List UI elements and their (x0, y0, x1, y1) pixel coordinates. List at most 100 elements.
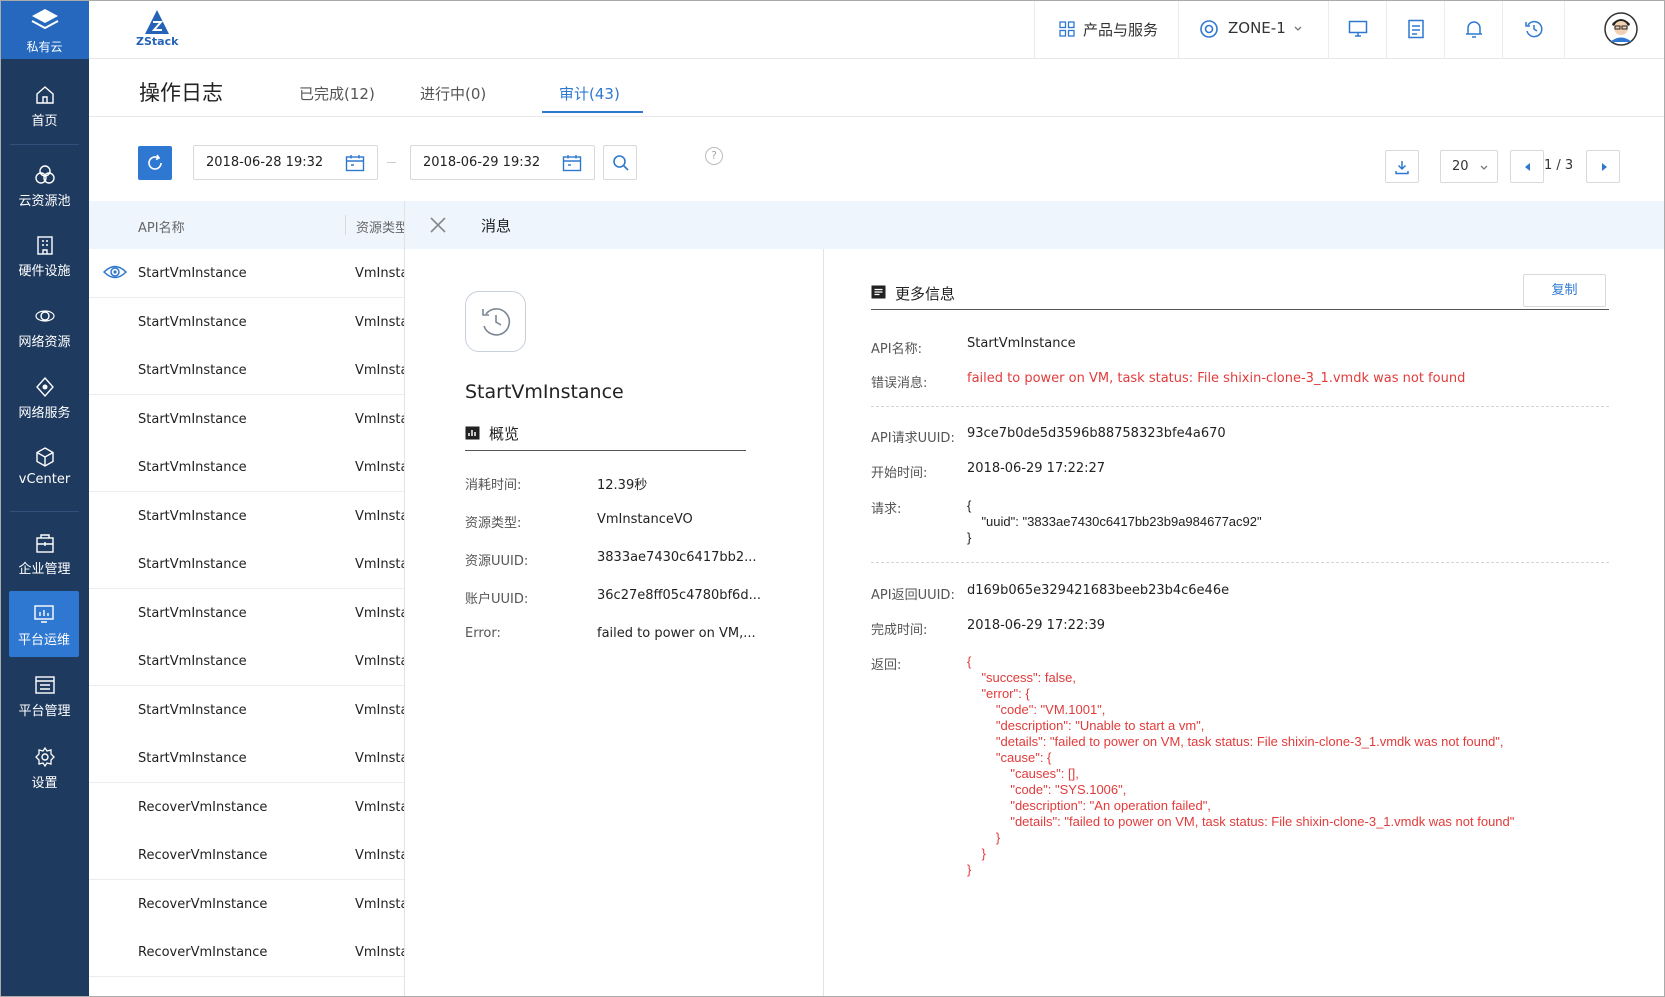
list-panel-icon (35, 676, 55, 694)
eye-icon[interactable] (103, 263, 127, 281)
overview-title: 概览 (489, 425, 520, 443)
api-name-cell: StartVmInstance (138, 363, 247, 378)
grid-icon (1059, 21, 1075, 37)
user-menu[interactable] (1564, 0, 1665, 59)
close-icon[interactable] (429, 216, 447, 234)
download-icon (1395, 161, 1409, 175)
api-name-cell: RecoverVmInstance (138, 848, 268, 863)
document-button[interactable] (1386, 0, 1444, 59)
start-date-input[interactable]: 2018-06-28 19:32 (193, 145, 378, 180)
error-message: failed to power on VM, task status: File… (967, 371, 1466, 386)
network-icon (35, 310, 55, 322)
table-row[interactable]: RecoverVmInstance VmInstanceVO (89, 879, 404, 929)
section-divider (465, 450, 746, 451)
resource-type-cell: VmInstanceVO (355, 460, 404, 475)
return-uuid-key: API返回UUID: (871, 588, 955, 603)
sidebar-item-network-service[interactable]: 网络服务 (0, 364, 89, 430)
api-name-cell: StartVmInstance (138, 411, 247, 427)
table-row[interactable]: StartVmInstance VmInstanceVO (89, 443, 404, 492)
sidebar-item-settings[interactable]: 设置 (0, 734, 89, 800)
enterprise-icon (36, 534, 54, 553)
copy-button[interactable]: 复制 (1523, 274, 1606, 307)
gear-icon (35, 746, 55, 768)
finish-time-key: 完成时间: (871, 623, 928, 638)
zone-icon (1200, 20, 1218, 38)
return-body: { "success": false, "error": { "code": "… (967, 654, 1515, 877)
building-icon (37, 236, 53, 255)
history-icon (482, 308, 511, 336)
brand-switcher[interactable]: 私有云 (0, 0, 89, 59)
sidebar-item-label: 平台运维 (17, 633, 70, 648)
help-icon[interactable]: ? (705, 147, 723, 165)
api-name-cell: RecoverVmInstance (138, 799, 268, 815)
table-row[interactable]: StartVmInstance VmInstanceVO (89, 249, 404, 298)
zone-selector[interactable]: ZONE-1 (1178, 0, 1328, 59)
api-name-cell: StartVmInstance (138, 508, 247, 524)
history-icon (1525, 20, 1543, 38)
table-row[interactable]: RecoverVmInstance VmInstanceVO (89, 782, 404, 832)
table-row[interactable]: RecoverVmInstance VmInstanceVO (89, 928, 404, 977)
table-row[interactable]: StartVmInstance VmInstanceVO (89, 734, 404, 783)
table-row[interactable]: StartVmInstance VmInstanceVO (89, 394, 404, 444)
sidebar-item-network-resource[interactable]: 网络资源 (0, 293, 89, 359)
sidebar-item-enterprise[interactable]: 企业管理 (0, 520, 89, 586)
operation-icon (465, 291, 526, 352)
api-name-value: StartVmInstance (967, 336, 1076, 351)
sidebar-item-vcenter[interactable]: vCenter (0, 434, 89, 500)
request-key: 请求: (871, 502, 902, 517)
column-header-resource-type[interactable]: 资源类型 (356, 217, 404, 236)
table-row[interactable]: StartVmInstance VmInstanceVO (89, 297, 404, 347)
overview-value: 12.39秒 (597, 478, 648, 493)
nav-divider (10, 511, 79, 512)
request-uuid-value: 93ce7b0de5d3596b88758323bfe4a670 (967, 426, 1226, 441)
table-row[interactable]: RecoverVmInstance VmInstanceVO (89, 831, 404, 880)
calendar-icon[interactable] (345, 154, 365, 172)
api-name-cell: StartVmInstance (138, 702, 247, 718)
next-page-button[interactable] (1586, 150, 1620, 183)
caret-left-icon (1525, 163, 1530, 171)
detail-header: 消息 (405, 201, 1665, 249)
sidebar-item-cloud-pool[interactable]: 云资源池 (0, 152, 89, 218)
tab-audit[interactable]: 审计(43) (559, 83, 620, 104)
page-size-select[interactable]: 20 (1440, 150, 1498, 183)
tab-completed[interactable]: 已完成(12) (299, 83, 375, 104)
zstack-logo[interactable]: ZStack (136, 8, 186, 52)
api-name-cell: RecoverVmInstance (138, 896, 268, 912)
calendar-icon[interactable] (562, 154, 582, 172)
cube-icon (36, 447, 54, 467)
api-name-cell: StartVmInstance (138, 751, 247, 766)
sidebar-item-platform-manage[interactable]: 平台管理 (0, 662, 89, 728)
dashed-divider (871, 562, 1609, 563)
column-header-api-name[interactable]: API名称 (138, 217, 185, 236)
table-row[interactable]: StartVmInstance VmInstanceVO (89, 685, 404, 735)
products-services-menu[interactable]: 产品与服务 (1034, 0, 1178, 59)
tab-in-progress[interactable]: 进行中(0) (420, 83, 486, 104)
sidebar-item-home[interactable]: 首页 (0, 72, 89, 138)
page-indicator: 1 / 3 (1544, 158, 1574, 173)
table-row[interactable]: StartVmInstance VmInstanceVO (89, 346, 404, 395)
page-title: 操作日志 (139, 81, 223, 105)
error-key: 错误消息: (871, 376, 928, 391)
overview-value: 36c27e8ff05c4780bf6d... (597, 588, 761, 603)
sidebar-item-label: 网络资源 (18, 335, 71, 350)
api-name-cell: RecoverVmInstance (138, 945, 268, 960)
end-date-input[interactable]: 2018-06-29 19:32 (410, 145, 595, 180)
table-row[interactable]: StartVmInstance VmInstanceVO (89, 491, 404, 541)
sidebar-item-platform-ops[interactable]: 平台运维 (9, 591, 79, 657)
resource-type-cell: VmInstanceVO (355, 363, 404, 378)
refresh-button[interactable] (138, 146, 172, 180)
table-row[interactable]: StartVmInstance VmInstanceVO (89, 588, 404, 638)
download-button[interactable] (1385, 150, 1419, 183)
table-row[interactable]: StartVmInstance VmInstanceVO (89, 637, 404, 686)
notification-button[interactable] (1444, 0, 1502, 59)
table-row[interactable]: StartVmInstance VmInstanceVO (89, 540, 404, 589)
prev-page-button[interactable] (1510, 150, 1544, 183)
resource-type-cell: VmInstanceVO (355, 799, 404, 815)
chevron-down-icon (1480, 165, 1488, 170)
search-button[interactable] (603, 145, 637, 180)
brand-label: 私有云 (26, 40, 63, 54)
history-button[interactable] (1502, 0, 1564, 59)
desktop-button[interactable] (1328, 0, 1386, 59)
sidebar-item-label: 硬件设施 (18, 264, 71, 279)
sidebar-item-hardware[interactable]: 硬件设施 (0, 222, 89, 288)
